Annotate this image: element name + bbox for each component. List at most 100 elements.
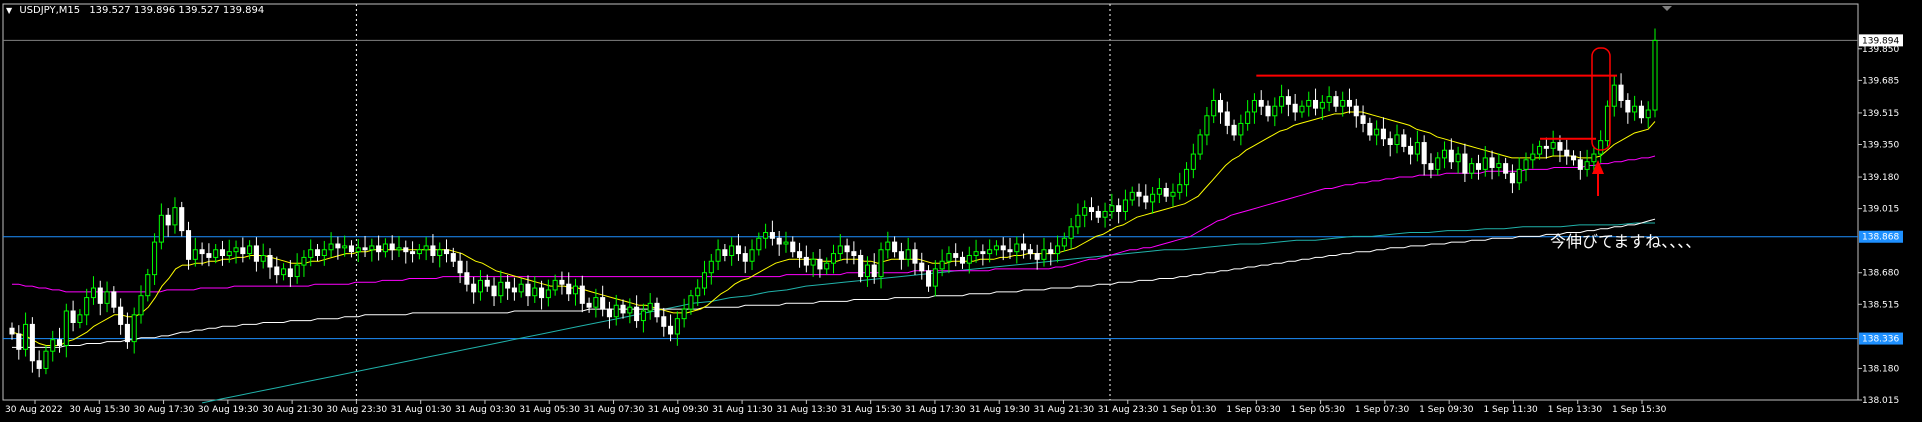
candle-body [1360, 115, 1366, 124]
candle-body [206, 253, 212, 258]
candle-body [63, 310, 69, 346]
candle-body [1156, 188, 1162, 195]
candle-body [1516, 168, 1522, 184]
candle-body [1136, 191, 1142, 197]
candle-body [1408, 145, 1414, 155]
candle-body [620, 304, 626, 314]
candle-body [817, 258, 823, 270]
candle-body [1082, 207, 1088, 216]
candle-body [1197, 134, 1203, 155]
candle-body [491, 285, 497, 297]
candle-body [281, 268, 287, 276]
candle-body [1475, 163, 1482, 170]
candle-body [756, 237, 762, 251]
candle-body [600, 297, 606, 310]
candle-body [423, 245, 429, 251]
candle-body [287, 268, 293, 278]
price-chart[interactable]: 139.850139.685139.515139.350139.180139.0… [0, 0, 1922, 422]
candle-body [681, 308, 687, 320]
price-label: 138.336 [1862, 335, 1899, 345]
candle-body [1116, 205, 1122, 212]
candle-body [1401, 134, 1407, 147]
y-tick-label: 138.680 [1862, 269, 1899, 279]
candle-body [314, 249, 321, 256]
y-tick-label: 139.515 [1862, 109, 1899, 119]
candle-body [70, 310, 76, 323]
candle-body [36, 360, 42, 369]
candle-body [247, 245, 253, 255]
x-tick-label: 30 Aug 15:30 [69, 405, 130, 415]
candle-body [464, 272, 470, 285]
candle-body [715, 249, 721, 262]
candle-body [131, 314, 137, 343]
x-tick-label: 1 Sep 13:30 [1548, 405, 1603, 415]
candle-body [1380, 128, 1386, 140]
candle-body [1041, 249, 1047, 260]
candle-body [362, 247, 368, 251]
candle-body [416, 249, 422, 255]
x-tick-label: 31 Aug 19:30 [969, 405, 1030, 415]
candle-body [1048, 249, 1054, 255]
candle-body [539, 287, 545, 299]
candle-body [1143, 195, 1149, 203]
candle-body [410, 251, 416, 255]
candle-body [742, 253, 748, 262]
candle-body [1313, 99, 1319, 109]
candle-body [172, 207, 178, 226]
candle-body [1061, 237, 1067, 247]
candle-body [1374, 128, 1380, 136]
candle-body [1279, 96, 1285, 107]
candle-body [1245, 111, 1251, 124]
candle-body [267, 254, 273, 268]
candle-body [430, 245, 436, 256]
candle-body [321, 249, 327, 256]
candle-body [572, 285, 579, 295]
candle-body [1326, 96, 1332, 103]
candle-body [219, 249, 226, 256]
candle-body [932, 268, 938, 287]
candle-body [1285, 96, 1291, 105]
candle-body [1530, 153, 1536, 161]
symbol-header: ▼ USDJPY,M15 139.527 139.896 139.527 139… [6, 5, 264, 16]
candle-body [844, 245, 850, 253]
candle-body [111, 291, 117, 308]
x-tick-label: 31 Aug 13:30 [776, 405, 837, 415]
candle-body [1333, 96, 1339, 107]
candle-body [790, 241, 796, 253]
plot-border [2, 3, 1859, 401]
candle-body [1537, 145, 1543, 155]
candle-body [1550, 142, 1556, 149]
candle-body [1394, 134, 1400, 145]
candle-body [1217, 99, 1224, 113]
x-tick-label: 30 Aug 23:30 [326, 405, 387, 415]
candle-body [1496, 163, 1502, 168]
x-tick-label: 31 Aug 15:30 [841, 405, 902, 415]
candle-body [1435, 157, 1441, 170]
symbol-label: USDJPY,M15 [19, 5, 81, 16]
candle-body [830, 253, 837, 264]
candle-body [1184, 168, 1190, 186]
candle-body [1034, 253, 1040, 260]
candle-body [233, 247, 239, 253]
candle-body [613, 304, 619, 318]
candle-body [1319, 101, 1325, 109]
candle-body [885, 241, 891, 251]
candle-body [749, 249, 755, 262]
candle-body [213, 249, 219, 258]
candle-body [1129, 191, 1135, 201]
collapse-triangle-icon[interactable]: ▼ [6, 6, 12, 15]
candle-body [274, 266, 280, 276]
candle-body [1387, 138, 1393, 145]
x-tick-label: 1 Sep 05:30 [1291, 405, 1346, 415]
x-tick-label: 30 Aug 17:30 [134, 405, 195, 415]
candle-body [104, 291, 110, 304]
candle-body [1353, 105, 1359, 117]
candle-body [511, 287, 517, 293]
candle-body [1075, 214, 1081, 228]
candle-body [959, 256, 966, 264]
candle-body [355, 247, 361, 253]
candle-body [1625, 99, 1631, 113]
candle-body [396, 247, 402, 251]
y-tick-label: 138.515 [1862, 300, 1899, 310]
x-tick-label: 1 Sep 09:30 [1419, 405, 1474, 415]
